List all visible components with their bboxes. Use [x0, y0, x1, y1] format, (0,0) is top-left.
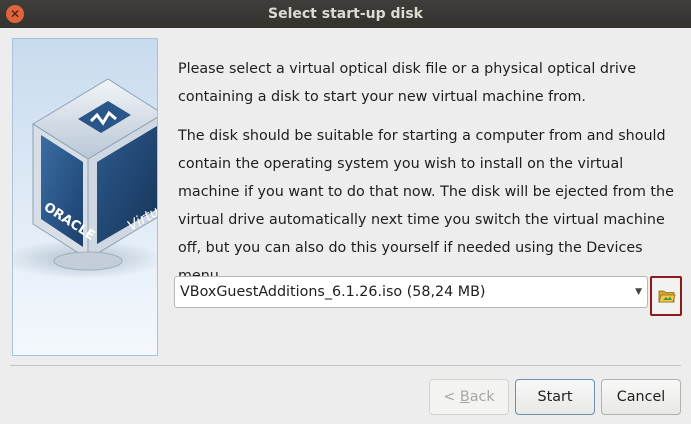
virtualbox-banner: ORACLE Virtu: [12, 38, 158, 356]
cancel-button[interactable]: Cancel: [601, 379, 681, 415]
folder-open-icon: [658, 290, 676, 303]
window-title: Select start-up disk: [268, 6, 423, 22]
button-separator: [10, 365, 681, 366]
virtualbox-logo-image: ORACLE Virtu: [13, 78, 157, 279]
disk-selector-value: VBoxGuestAdditions_6.1.26.iso (58,24 MB): [180, 284, 486, 300]
back-button-mnemonic: B: [459, 389, 470, 405]
back-button[interactable]: < Back: [429, 379, 509, 415]
back-button-label: ack: [469, 389, 495, 405]
dialog-content: ORACLE Virtu Please select a virtual opt…: [0, 28, 691, 424]
info-paragraph: The disk should be suitable for starting…: [178, 128, 674, 284]
back-button-prefix: <: [443, 389, 460, 405]
start-button[interactable]: Start: [515, 379, 595, 415]
choose-disk-file-button[interactable]: [650, 276, 682, 316]
dropdown-arrow-icon: ▼: [635, 287, 642, 297]
intro-paragraph: Please select a virtual optical disk fil…: [178, 61, 637, 105]
title-bar: ✕ Select start-up disk: [0, 0, 691, 28]
disk-selector-combo[interactable]: VBoxGuestAdditions_6.1.26.iso (58,24 MB)…: [174, 276, 648, 308]
